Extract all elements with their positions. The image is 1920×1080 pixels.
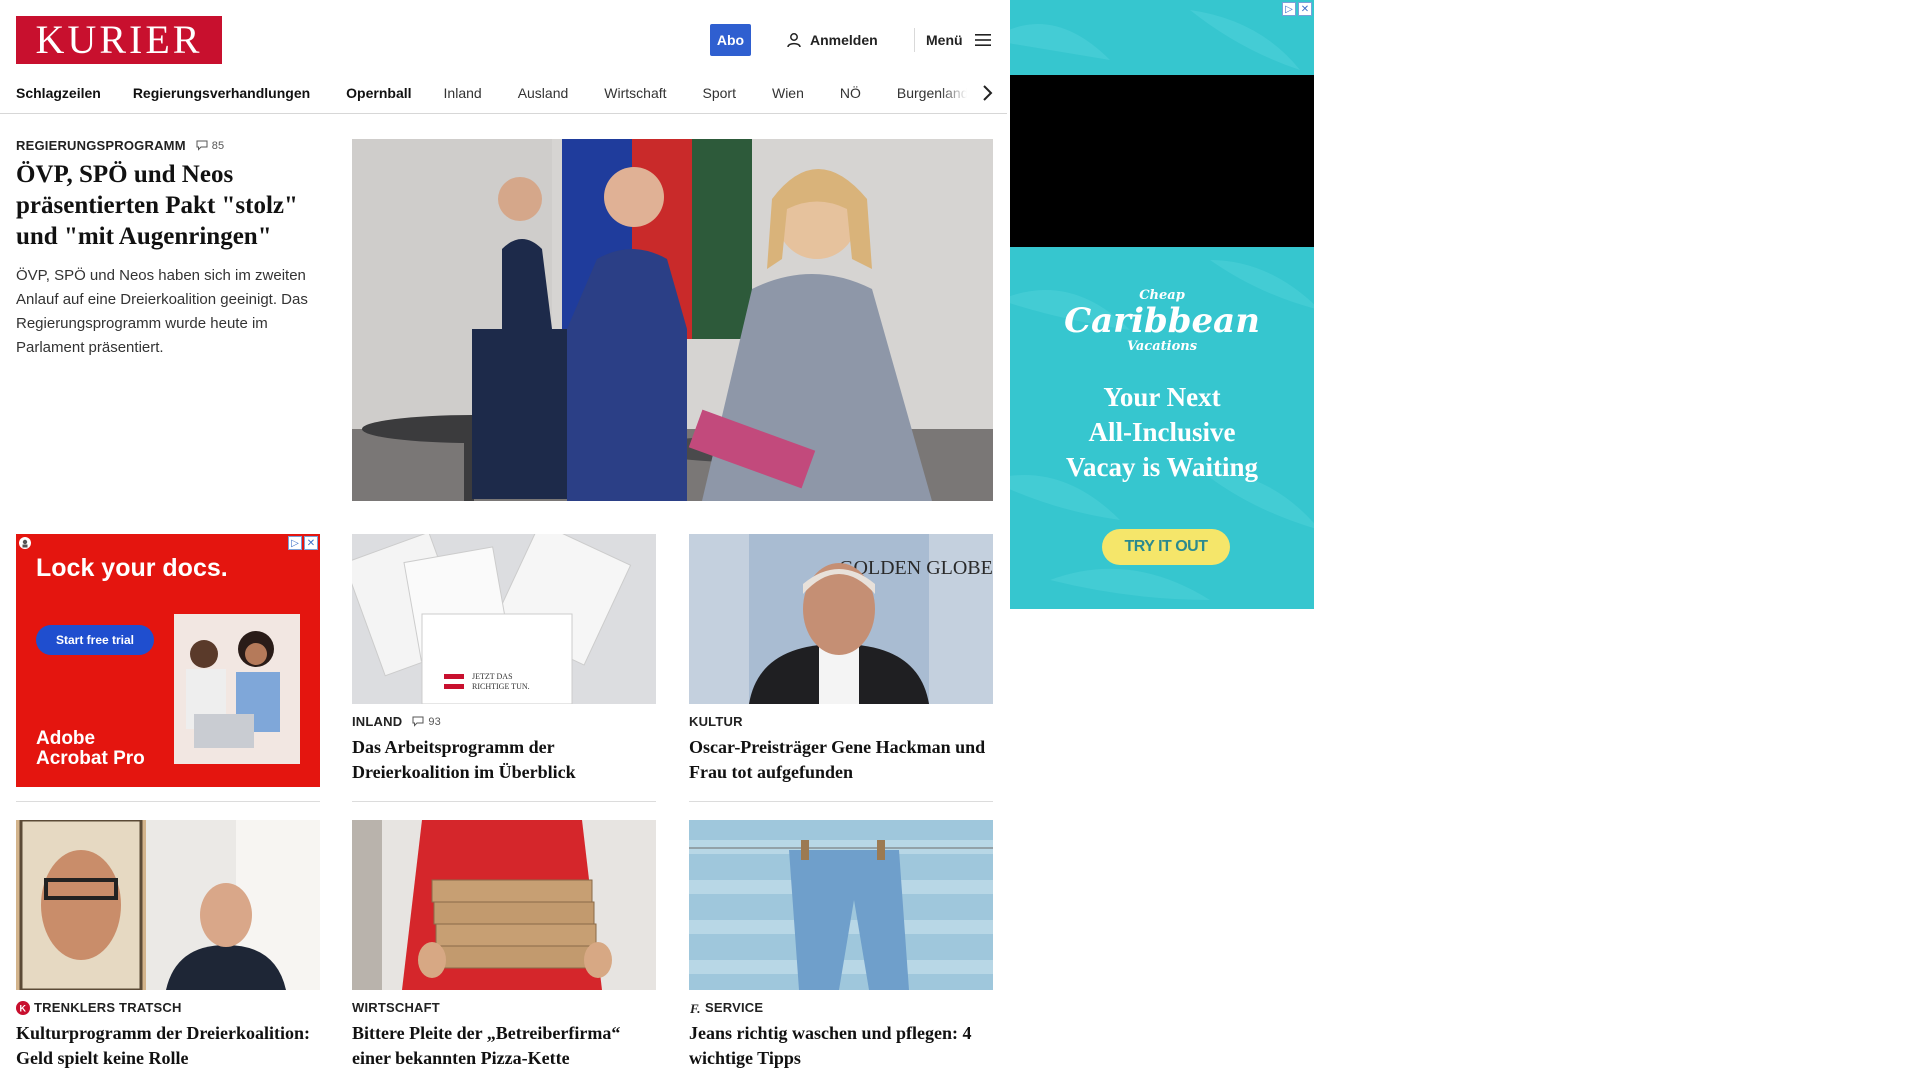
nav-item-wien[interactable]: Wien (772, 85, 804, 101)
article-kicker: f. SERVICE (689, 1000, 993, 1015)
nav-item-inland[interactable]: Inland (444, 85, 482, 101)
chevron-right-icon[interactable] (978, 84, 996, 102)
nav-item-wirtschaft[interactable]: Wirtschaft (604, 85, 666, 101)
article-card[interactable]: GOLDEN GLOBE KULTUR Oscar-Preisträger Ge… (689, 534, 993, 785)
lead-story[interactable]: REGIERUNGSPROGRAMM 85 ÖVP, SPÖ und Neos … (16, 138, 322, 360)
adobe-ad[interactable]: ▷ ✕ Lock your docs. Start free trial Ado… (16, 534, 320, 787)
article-thumbnail[interactable] (352, 820, 656, 990)
nav-item-noe[interactable]: NÖ (840, 85, 861, 101)
article-card[interactable]: K TRENKLERS TRATSCH Kulturprogramm der D… (16, 820, 320, 1071)
brand-main: Caribbean (1064, 301, 1260, 341)
menu-button[interactable]: Menü (926, 24, 991, 56)
lead-image[interactable] (352, 139, 993, 501)
row-divider (16, 801, 320, 802)
caribbean-vacations-ad[interactable]: ▷ ✕ Cheap Caribbean Vacations Your Next … (1010, 0, 1314, 609)
section-nav: Schlagzeilen Regierungsverhandlungen Ope… (0, 72, 1007, 114)
article-card[interactable]: JETZT DAS RICHTIGE TUN. INLAND 93 Das Ar… (352, 534, 656, 785)
article-kicker-label: TRENKLERS TRATSCH (34, 1000, 182, 1015)
thumbnail-text: RICHTIGE TUN. (472, 682, 530, 691)
nav-item-sport[interactable]: Sport (703, 85, 736, 101)
nav-item-opernball[interactable]: Opernball (346, 85, 411, 101)
close-icon[interactable]: ✕ (1298, 2, 1312, 16)
article-headline[interactable]: Kulturprogramm der Dreierkoalition: Geld… (16, 1021, 320, 1071)
comment-icon (412, 716, 424, 727)
shield-icon (19, 537, 31, 549)
menu-label: Menü (926, 32, 963, 48)
article-card[interactable]: f. SERVICE Jeans richtig waschen und pfl… (689, 820, 993, 1071)
article-thumbnail[interactable] (689, 820, 993, 990)
article-kicker-label: KULTUR (689, 714, 743, 729)
lead-kicker: REGIERUNGSPROGRAMM 85 (16, 138, 322, 153)
nav-items: Schlagzeilen Regierungsverhandlungen Ope… (16, 72, 981, 114)
ad-people-image (174, 614, 300, 764)
kurier-logo[interactable]: KURIER (16, 16, 222, 64)
article-comment-number: 93 (428, 715, 441, 728)
comment-icon (196, 140, 208, 151)
ad-choices[interactable]: ▷ ✕ (1282, 2, 1312, 16)
article-comment-count[interactable]: 93 (412, 716, 441, 728)
lead-kicker-label: REGIERUNGSPROGRAMM (16, 138, 186, 153)
article-kicker-label: WIRTSCHAFT (352, 1000, 440, 1015)
article-headline[interactable]: Oscar-Preisträger Gene Hackman und Frau … (689, 735, 993, 785)
adobe-brand-line2: Acrobat Pro (36, 748, 145, 769)
close-icon[interactable]: ✕ (304, 536, 318, 550)
article-headline[interactable]: Jeans richtig waschen und pflegen: 4 wic… (689, 1021, 993, 1071)
article-kicker: INLAND 93 (352, 714, 656, 729)
article-card[interactable]: WIRTSCHAFT Bittere Pleite der „Betreiber… (352, 820, 656, 1071)
article-thumbnail[interactable]: GOLDEN GLOBE (689, 534, 993, 704)
article-headline[interactable]: Das Arbeitsprogramm der Dreierkoalition … (352, 735, 656, 785)
nav-item-regierungsverhandlungen[interactable]: Regierungsverhandlungen (133, 85, 310, 101)
kurier-k-icon: K (16, 1000, 30, 1015)
try-it-out-button[interactable]: TRY IT OUT (1102, 529, 1230, 565)
row-divider (352, 801, 656, 802)
caribbean-ad-headline: Your Next All-Inclusive Vacay is Waiting (1010, 380, 1314, 485)
article-kicker-label: SERVICE (705, 1000, 764, 1015)
lead-comment-count[interactable]: 85 (196, 140, 225, 152)
adchoices-icon[interactable]: ▷ (1282, 2, 1296, 16)
nav-item-schlagzeilen[interactable]: Schlagzeilen (16, 85, 101, 101)
user-icon (787, 33, 801, 48)
hamburger-icon (974, 34, 991, 46)
svg-text:f.: f. (689, 1001, 701, 1015)
start-free-trial-button[interactable]: Start free trial (36, 625, 154, 655)
lead-comment-number: 85 (211, 139, 225, 152)
article-thumbnail[interactable]: JETZT DAS RICHTIGE TUN. (352, 534, 656, 704)
header-divider (914, 28, 915, 52)
adchoices-icon[interactable]: ▷ (288, 536, 302, 550)
headline-line-3: Vacay is Waiting (1065, 452, 1259, 482)
abo-button[interactable]: Abo (710, 24, 751, 56)
nav-item-ausland[interactable]: Ausland (518, 85, 569, 101)
article-headline[interactable]: Bittere Pleite der „Betreiberfirma“ eine… (352, 1021, 656, 1071)
svg-text:K: K (20, 1003, 27, 1013)
thumbnail-text: JETZT DAS (472, 672, 513, 681)
article-thumbnail[interactable] (16, 820, 320, 990)
lead-teaser: ÖVP, SPÖ und Neos haben sich im zweiten … (16, 267, 308, 356)
article-kicker: K TRENKLERS TRATSCH (16, 1000, 320, 1015)
lead-headline[interactable]: ÖVP, SPÖ und Neos präsentierten Pakt "st… (16, 159, 322, 252)
login-button[interactable]: Anmelden (786, 24, 878, 56)
video-placeholder[interactable] (1010, 75, 1314, 247)
login-label: Anmelden (810, 32, 878, 48)
caribbean-brand-logo: Cheap Caribbean Vacations (1010, 288, 1314, 354)
row-divider (689, 801, 993, 802)
article-kicker-label: INLAND (352, 714, 403, 729)
brand-bottom: Vacations (1126, 339, 1198, 354)
adobe-brand: Adobe Acrobat Pro (36, 729, 145, 769)
service-icon: f. (689, 1001, 701, 1015)
adobe-brand-line1: Adobe (36, 728, 96, 749)
adobe-ad-title: Lock your docs. (36, 554, 228, 582)
ad-choices[interactable]: ▷ ✕ (288, 536, 318, 550)
article-kicker: KULTUR (689, 714, 993, 729)
headline-line-1: Your Next (1103, 382, 1221, 412)
site: KURIER Abo Anmelden Menü Schlagzeilen Re… (0, 0, 1007, 1080)
headline-line-2: All-Inclusive (1088, 417, 1236, 447)
article-kicker: WIRTSCHAFT (352, 1000, 656, 1015)
